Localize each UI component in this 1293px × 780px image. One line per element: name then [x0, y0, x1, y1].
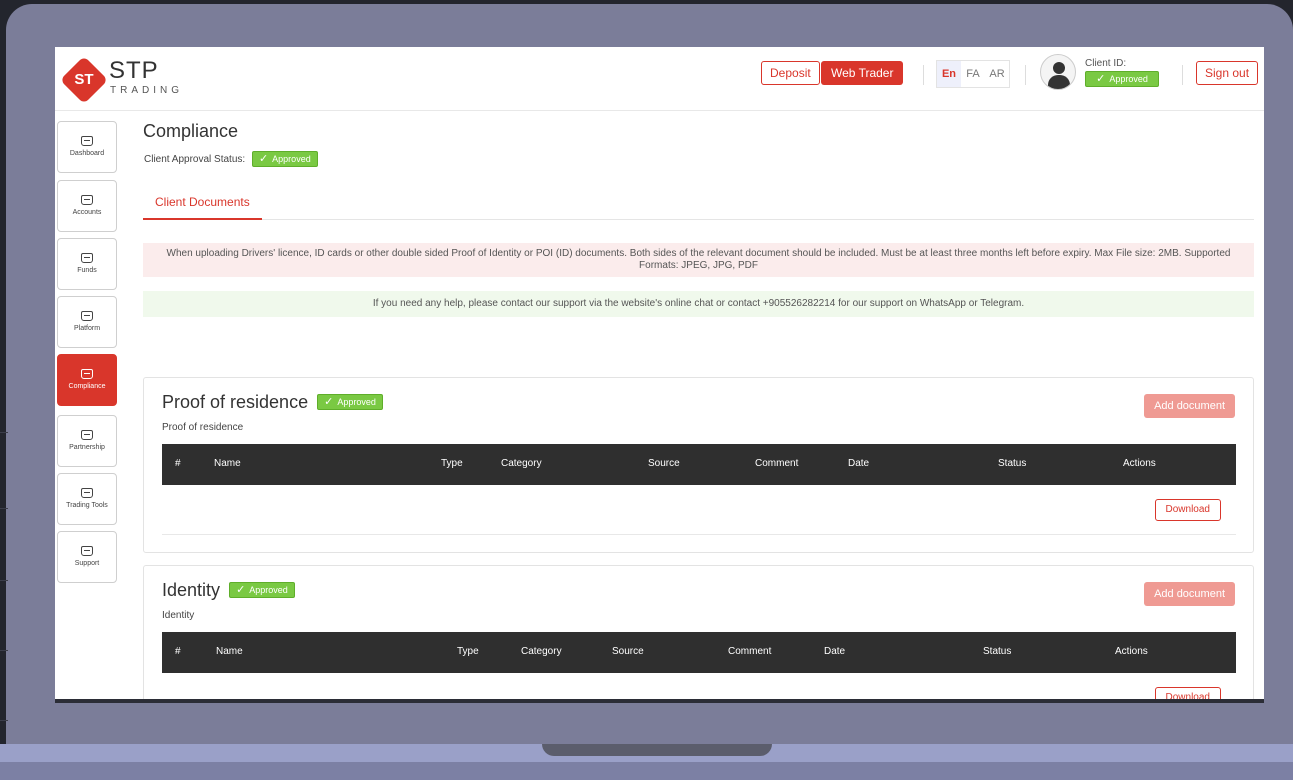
language-en[interactable]: En [937, 61, 961, 87]
check-icon: ✓ [236, 584, 246, 596]
column-header: Source [612, 646, 644, 657]
home-icon [81, 430, 93, 440]
column-header: Name [214, 458, 241, 469]
column-header: Comment [728, 646, 772, 657]
sign-out-button[interactable]: Sign out [1196, 61, 1259, 85]
download-button[interactable]: Download [1154, 499, 1221, 521]
language-ar[interactable]: AR [985, 61, 1009, 87]
upload-notice: When uploading Drivers' licence, ID card… [143, 243, 1254, 277]
sidebar-item-compliance[interactable]: Compliance [57, 354, 117, 406]
home-icon [81, 253, 93, 263]
column-header: Name [216, 646, 243, 657]
background-edge [0, 0, 8, 744]
check-icon: ✓ [1096, 73, 1106, 85]
column-header: # [175, 646, 181, 657]
avatar[interactable] [1040, 54, 1076, 90]
page-title: Compliance [143, 121, 239, 141]
stp-logo[interactable]: ST STP TRADING [59, 55, 195, 105]
home-icon [81, 195, 93, 205]
status-badge: ✓ Approved [317, 394, 383, 410]
section-title: Identity ✓ Approved [162, 580, 295, 601]
tab-bar: Client Documents [143, 187, 1254, 220]
sidebar-item-trading-tools[interactable]: Trading Tools [57, 473, 117, 525]
app-screen: ST STP TRADING Deposit Web Trader En FA … [55, 47, 1264, 699]
add-document-button[interactable]: Add document [1144, 582, 1235, 606]
column-header: Type [457, 646, 479, 657]
section-subtitle: Proof of residence [162, 422, 244, 433]
logo-mark-icon: ST [59, 55, 109, 105]
column-header: Date [848, 458, 870, 469]
column-header: Source [648, 458, 680, 469]
column-header: Date [824, 646, 846, 657]
table-row: Download [162, 673, 1236, 699]
download-button[interactable]: Download [1154, 687, 1221, 699]
language-fa[interactable]: FA [961, 61, 985, 87]
home-icon [81, 369, 93, 379]
column-header: # [175, 458, 181, 469]
web-trader-button[interactable]: Web Trader [821, 61, 904, 85]
status-badge: ✓ Approved [251, 151, 318, 167]
table-header: # Name Type Category Source Comment Date… [162, 444, 1236, 485]
home-icon [81, 546, 93, 556]
check-icon: ✓ [324, 396, 334, 408]
column-header: Status [983, 646, 1012, 657]
column-header: Actions [1123, 458, 1156, 469]
column-header: Category [521, 646, 562, 657]
sidebar-item-platform[interactable]: Platform [57, 296, 117, 348]
table-row: Download [162, 485, 1236, 535]
column-header: Type [441, 458, 463, 469]
help-notice: If you need any help, please contact our… [143, 291, 1254, 317]
language-switcher: En FA AR [936, 60, 1010, 88]
header-divider [1025, 65, 1026, 85]
check-icon: ✓ [258, 153, 269, 165]
screen-bezel-bottom [55, 699, 1264, 703]
status-badge: ✓ Approved [229, 582, 295, 598]
logo-subtitle: TRADING [110, 85, 183, 96]
client-approval-status: Client Approval Status: ✓ Approved [144, 151, 318, 167]
home-icon [81, 488, 93, 498]
column-header: Status [998, 458, 1027, 469]
deposit-button[interactable]: Deposit [761, 61, 820, 85]
header-divider [1182, 65, 1183, 85]
laptop-base-bottom [0, 762, 1293, 780]
sidebar-item-dashboard[interactable]: Dashboard [57, 121, 117, 173]
add-document-button[interactable]: Add document [1144, 394, 1235, 418]
column-header: Comment [755, 458, 799, 469]
home-icon [81, 311, 93, 321]
approval-label: Client Approval Status: [144, 154, 246, 165]
column-header: Category [501, 458, 542, 469]
client-status-badge: ✓ Approved [1085, 71, 1159, 87]
sidebar-item-support[interactable]: Support [57, 531, 117, 583]
sidebar-item-accounts[interactable]: Accounts [57, 180, 117, 232]
sidebar-item-funds[interactable]: Funds [57, 238, 117, 290]
sidebar-item-partnership[interactable]: Partnership [57, 415, 117, 467]
section-subtitle: Identity [162, 610, 195, 621]
home-icon [81, 136, 93, 146]
logo-name: STP [109, 57, 159, 84]
column-header: Actions [1115, 646, 1148, 657]
client-id-label: Client ID: [1085, 58, 1127, 69]
section-title: Proof of residence ✓ Approved [162, 392, 383, 413]
identity-card: Identity ✓ Approved Identity Add document… [143, 565, 1254, 699]
proof-of-residence-card: Proof of residence ✓ Approved Proof of re… [143, 377, 1254, 553]
table-header: # Name Type Category Source Comment Date… [162, 632, 1236, 673]
laptop-notch [542, 744, 772, 756]
tab-client-documents[interactable]: Client Documents [143, 187, 262, 220]
header-divider [923, 65, 924, 85]
top-header: ST STP TRADING Deposit Web Trader En FA … [55, 47, 1264, 111]
